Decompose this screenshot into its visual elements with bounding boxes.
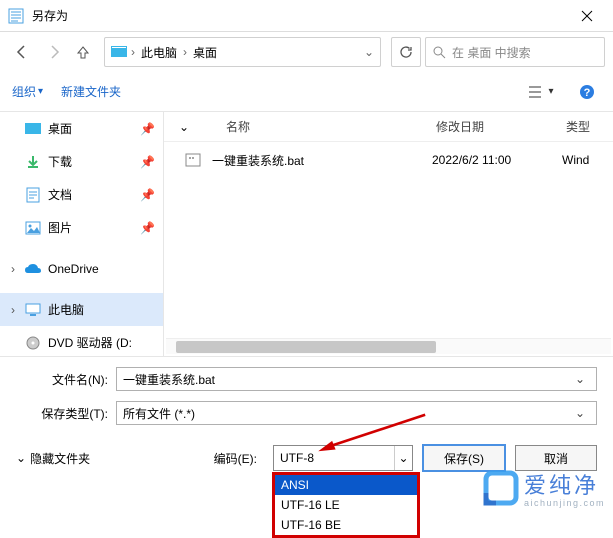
column-headers: ⌄ 名称 修改日期 类型 xyxy=(164,112,613,142)
sidebar-item-documents[interactable]: 文档 📌 xyxy=(0,178,163,211)
download-icon xyxy=(24,153,42,171)
encoding-option-utf16le[interactable]: UTF-16 LE xyxy=(275,495,417,515)
toolbar: 组织▾ 新建文件夹 ▾ ? xyxy=(0,72,613,112)
back-button[interactable] xyxy=(8,38,36,66)
sidebar-item-label: DVD 驱动器 (D: xyxy=(48,334,132,351)
filename-value: 一键重装系统.bat xyxy=(123,371,570,388)
watermark-cn: 爱纯净 xyxy=(524,468,605,500)
filetype-select[interactable]: 所有文件 (*.*) ⌄ xyxy=(116,401,597,425)
sidebar-item-pictures[interactable]: 图片 📌 xyxy=(0,211,163,244)
sidebar-item-label: 桌面 xyxy=(48,120,72,137)
navbar: › 此电脑 › 桌面 ⌄ 在 桌面 中搜索 xyxy=(0,32,613,72)
sidebar-item-dvd[interactable]: DVD 驱动器 (D: xyxy=(0,326,163,356)
sidebar-item-label: OneDrive xyxy=(48,262,99,276)
file-list: 一键重装系统.bat 2022/6/2 11:00 Wind xyxy=(164,142,613,338)
desktop-icon xyxy=(109,43,129,61)
watermark-en: aichunjing.com xyxy=(524,498,605,508)
sidebar: 桌面 📌 下载 📌 文档 📌 图片 📌 › OneDrive xyxy=(0,112,164,356)
encoding-option-ansi[interactable]: ANSI xyxy=(275,475,417,495)
titlebar: 另存为 xyxy=(0,0,613,32)
column-name[interactable]: 名称 xyxy=(196,118,436,135)
forward-button[interactable] xyxy=(40,38,68,66)
help-button[interactable]: ? xyxy=(573,78,601,106)
chevron-right-icon[interactable]: › xyxy=(8,262,18,276)
encoding-label: 编码(E): xyxy=(214,450,263,467)
search-input[interactable]: 在 桌面 中搜索 xyxy=(425,37,605,67)
file-row[interactable]: 一键重装系统.bat 2022/6/2 11:00 Wind xyxy=(164,142,613,178)
watermark-logo-icon xyxy=(482,469,520,507)
notepad-icon xyxy=(8,8,24,24)
document-icon xyxy=(24,186,42,204)
sidebar-item-label: 下载 xyxy=(48,153,72,170)
sidebar-item-label: 图片 xyxy=(48,219,72,236)
new-folder-button[interactable]: 新建文件夹 xyxy=(61,83,121,100)
file-type: Wind xyxy=(562,153,613,167)
chevron-down-icon[interactable]: ⌄ xyxy=(570,372,590,386)
pictures-icon xyxy=(24,219,42,237)
bat-file-icon xyxy=(182,153,204,167)
sidebar-item-onedrive[interactable]: › OneDrive xyxy=(0,252,163,285)
chevron-down-icon[interactable]: ⌄ xyxy=(394,446,412,470)
watermark: 爱纯净 aichunjing.com xyxy=(482,468,605,508)
encoding-option-utf16be[interactable]: UTF-16 BE xyxy=(275,515,417,535)
sidebar-item-thispc[interactable]: › 此电脑 xyxy=(0,293,163,326)
window-title: 另存为 xyxy=(32,7,565,24)
pin-icon: 📌 xyxy=(140,155,155,169)
file-pane: ⌄ 名称 修改日期 类型 一键重装系统.bat 2022/6/2 11:00 W… xyxy=(164,112,613,356)
chevron-down-icon[interactable]: ⌄ xyxy=(570,406,590,420)
up-button[interactable] xyxy=(72,38,94,66)
pc-icon xyxy=(24,301,42,319)
column-type[interactable]: 类型 xyxy=(566,118,613,135)
chevron-right-icon[interactable]: › xyxy=(8,303,18,317)
onedrive-icon xyxy=(24,260,42,278)
filetype-label: 保存类型(T): xyxy=(16,405,116,422)
chevron-down-icon: ⌄ xyxy=(16,451,26,465)
file-name: 一键重装系统.bat xyxy=(204,152,432,169)
refresh-button[interactable] xyxy=(391,37,421,67)
svg-text:?: ? xyxy=(584,87,591,99)
bottom-panel: 文件名(N): 一键重装系统.bat ⌄ 保存类型(T): 所有文件 (*.*)… xyxy=(0,357,613,441)
main-area: 桌面 📌 下载 📌 文档 📌 图片 📌 › OneDrive xyxy=(0,112,613,357)
file-date: 2022/6/2 11:00 xyxy=(432,153,562,167)
encoding-select[interactable]: UTF-8 ⌄ ANSI UTF-16 LE UTF-16 BE xyxy=(273,445,413,471)
sidebar-item-desktop[interactable]: 桌面 📌 xyxy=(0,112,163,145)
search-icon xyxy=(432,45,446,59)
breadcrumb[interactable]: › 此电脑 › 桌面 ⌄ xyxy=(104,37,381,67)
sidebar-item-label: 此电脑 xyxy=(48,301,84,318)
dvd-icon xyxy=(24,334,42,352)
search-placeholder: 在 桌面 中搜索 xyxy=(452,44,531,61)
filetype-value: 所有文件 (*.*) xyxy=(123,405,570,422)
encoding-value: UTF-8 xyxy=(274,451,394,465)
breadcrumb-folder[interactable]: 桌面 xyxy=(189,44,221,61)
encoding-dropdown: ANSI UTF-16 LE UTF-16 BE xyxy=(272,472,420,538)
pin-icon: 📌 xyxy=(140,122,155,136)
organize-menu[interactable]: 组织▾ xyxy=(12,83,43,100)
pin-icon: 📌 xyxy=(140,221,155,235)
filename-label: 文件名(N): xyxy=(16,371,116,388)
pin-icon: 📌 xyxy=(140,188,155,202)
breadcrumb-root[interactable]: 此电脑 xyxy=(137,44,181,61)
chevron-right-icon: › xyxy=(181,45,189,59)
close-button[interactable] xyxy=(565,1,609,31)
filename-input[interactable]: 一键重装系统.bat ⌄ xyxy=(116,367,597,391)
sidebar-item-label: 文档 xyxy=(48,186,72,203)
chevron-down-icon[interactable]: ⌄ xyxy=(362,45,376,59)
horizontal-scrollbar[interactable] xyxy=(166,338,611,354)
hide-folders-label: 隐藏文件夹 xyxy=(30,450,90,467)
sort-icon[interactable]: ⌄ xyxy=(172,120,196,134)
desktop-icon xyxy=(24,120,42,138)
sidebar-item-downloads[interactable]: 下载 📌 xyxy=(0,145,163,178)
column-date[interactable]: 修改日期 xyxy=(436,118,566,135)
view-menu[interactable]: ▾ xyxy=(527,78,555,106)
hide-folders-toggle[interactable]: ⌄ 隐藏文件夹 xyxy=(16,450,90,467)
chevron-right-icon: › xyxy=(129,45,137,59)
